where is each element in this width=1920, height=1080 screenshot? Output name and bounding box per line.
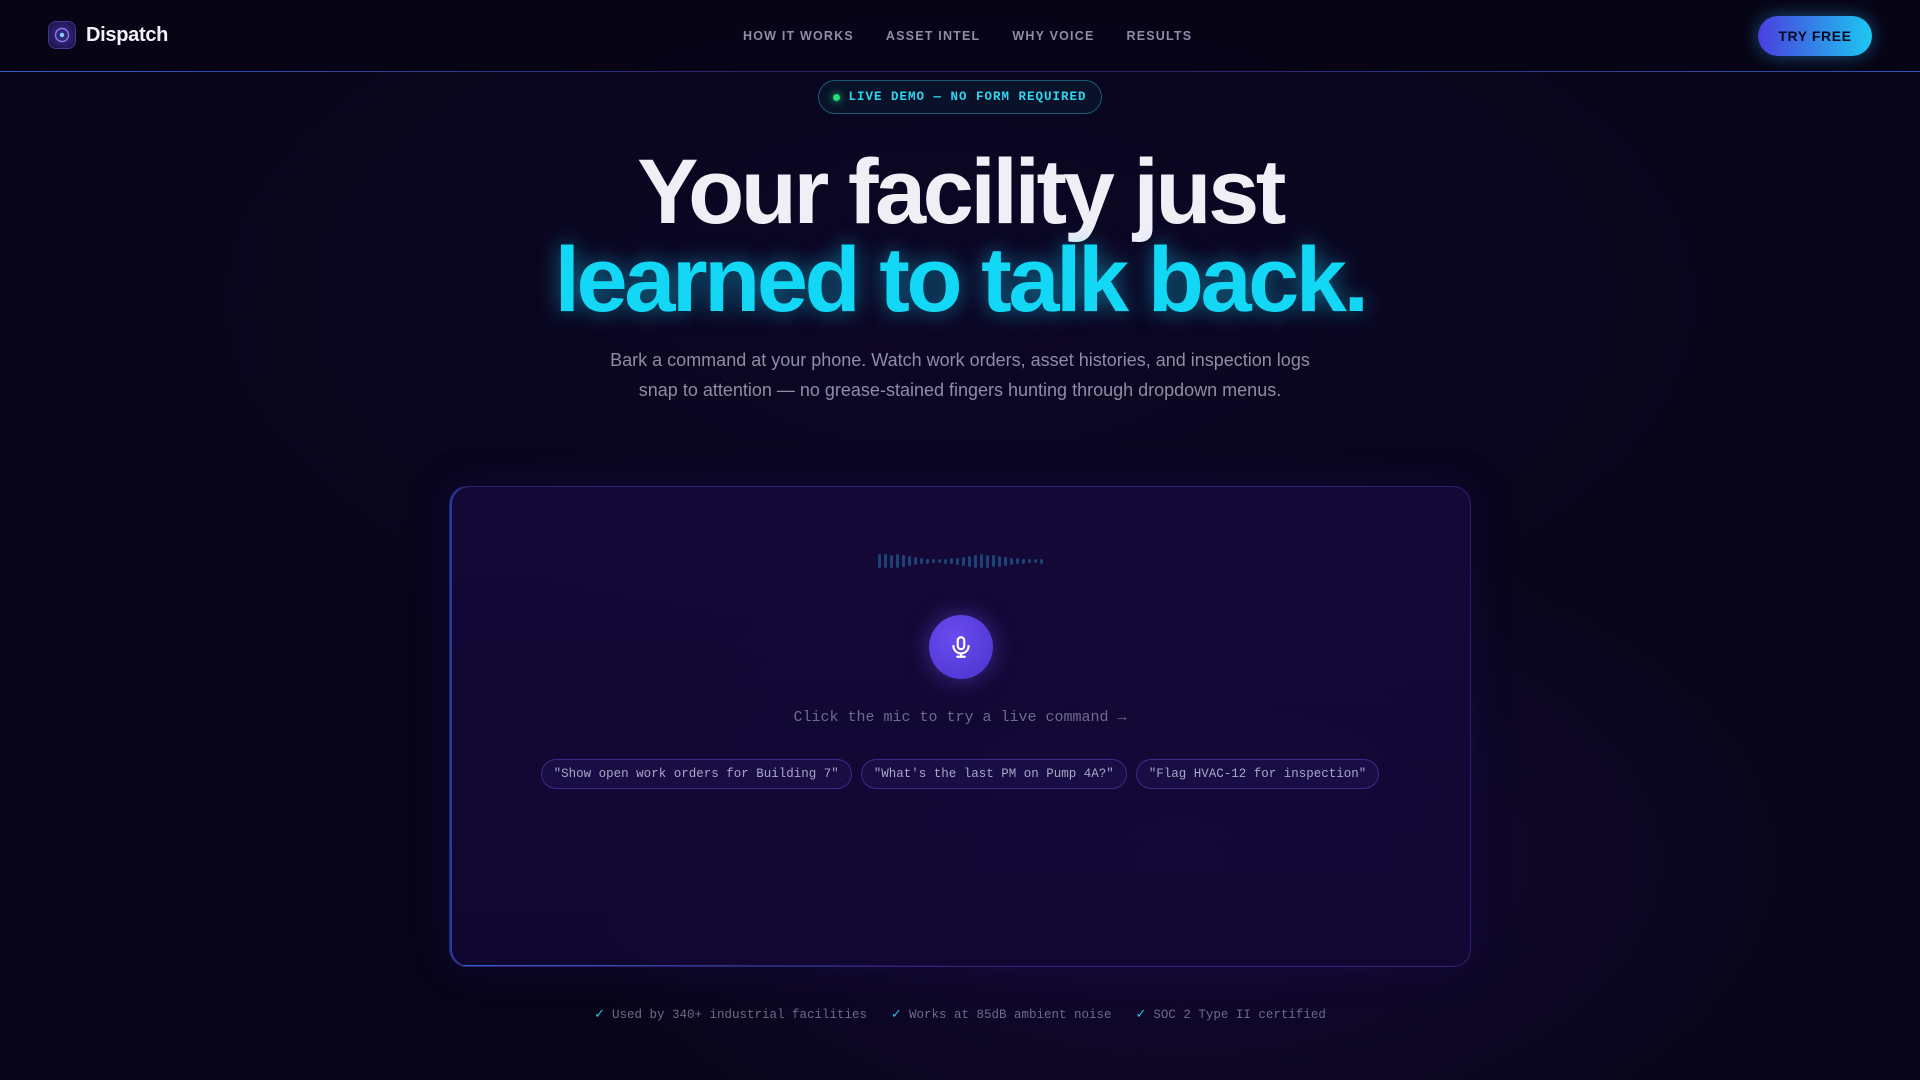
live-status-dot <box>833 93 841 101</box>
brand-logo-icon <box>48 21 76 49</box>
hero-subtitle: Bark a command at your phone. Watch work… <box>610 350 1310 400</box>
nav-link-results[interactable]: RESULTS <box>1127 29 1193 43</box>
voice-demo-card: Click the mic to try a live command → "S… <box>449 486 1471 967</box>
example-commands: "Show open work orders for Building 7" "… <box>450 759 1470 789</box>
live-demo-badge-text: LIVE DEMO — NO FORM REQUIRED <box>848 90 1087 104</box>
trust-indicators: ✓ Used by 340+ industrial facilities ✓ W… <box>0 1007 1920 1022</box>
trust-item: ✓ Used by 340+ industrial facilities <box>594 1007 867 1022</box>
top-navbar: Dispatch HOW IT WORKS ASSET INTEL WHY VO… <box>0 0 1920 72</box>
trust-item-text: Used by 340+ industrial facilities <box>611 1007 868 1022</box>
hero-title-line-2: learned to talk back. <box>554 229 1369 331</box>
microphone-icon <box>952 636 970 658</box>
nav-links: HOW IT WORKS ASSET INTEL WHY VOICE RESUL… <box>743 29 1192 43</box>
trust-item-text: SOC 2 Type II certified <box>1153 1007 1326 1022</box>
trust-item: ✓ Works at 85dB ambient noise <box>891 1007 1111 1022</box>
nav-link-how-it-works[interactable]: HOW IT WORKS <box>743 29 854 43</box>
waveform-visualizer <box>878 553 1043 569</box>
brand-name: Dispatch <box>86 23 169 46</box>
try-free-button[interactable]: TRY FREE <box>1758 16 1872 56</box>
microphone-button[interactable] <box>929 615 993 679</box>
trust-item: ✓ SOC 2 Type II certified <box>1135 1007 1325 1022</box>
checkmark-icon: ✓ <box>1135 1007 1147 1022</box>
example-command-chip[interactable]: "Flag HVAC-12 for inspection" <box>1135 759 1380 789</box>
mic-hint-text: Click the mic to try a live command → <box>793 709 1127 726</box>
example-command-chip[interactable]: "What's the last PM on Pump 4A?" <box>860 759 1127 789</box>
nav-link-why-voice[interactable]: WHY VOICE <box>1012 29 1094 43</box>
checkmark-icon: ✓ <box>891 1007 902 1022</box>
nav-link-asset-intel[interactable]: ASSET INTEL <box>886 29 980 43</box>
brand-logo[interactable]: Dispatch <box>48 21 168 49</box>
checkmark-icon: ✓ <box>594 1007 605 1022</box>
hero-title-line-1: Your facility just <box>637 141 1286 243</box>
live-demo-badge: LIVE DEMO — NO FORM REQUIRED <box>818 80 1102 114</box>
trust-item-text: Works at 85dB ambient noise <box>908 1007 1112 1022</box>
example-command-chip[interactable]: "Show open work orders for Building 7" <box>540 759 852 789</box>
